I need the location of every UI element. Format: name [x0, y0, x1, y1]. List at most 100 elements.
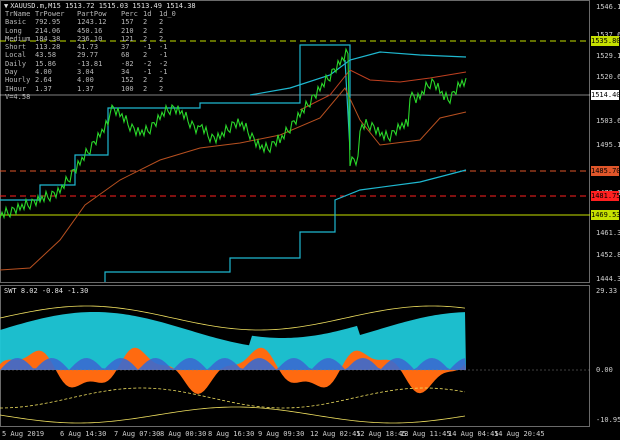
- header-cell: TrName: [5, 10, 31, 18]
- table-cell: 450.16: [77, 26, 103, 35]
- table-cell: 43.58: [35, 51, 57, 60]
- table-cell: Long: [5, 26, 22, 35]
- time-axis-label: 7 Aug 07:30: [114, 430, 161, 438]
- table-cell: 2: [143, 34, 148, 43]
- table-cell: -1: [159, 43, 168, 52]
- table-cell: 34: [121, 68, 130, 77]
- table-cell: 2: [159, 26, 164, 35]
- table-cell: 152: [121, 76, 134, 85]
- table-footer: V=4.58: [5, 93, 175, 101]
- table-cell: 2.64: [35, 76, 52, 85]
- trend-info-table: TrName TrPower PartPow Perc 1d 1d_0 Basi…: [5, 10, 176, 101]
- indicator-axis-label: 0.00: [596, 366, 613, 374]
- volume-value: V=4.58: [5, 92, 31, 101]
- time-axis-label: 6 Aug 14:30: [60, 430, 107, 438]
- indicator-axis-label: -10.95: [596, 416, 620, 424]
- table-cell: 2: [143, 18, 148, 27]
- price-level-tag: 1535.80: [591, 36, 620, 46]
- price-axis-label: 1503.60: [596, 117, 620, 125]
- time-axis-label: 9 Aug 09:30: [258, 430, 305, 438]
- table-cell: 2: [143, 84, 148, 93]
- table-cell: 15.86: [35, 59, 57, 68]
- price-axis-label: 1546.10: [596, 3, 620, 11]
- table-cell: 2: [159, 84, 164, 93]
- table-row: IHour 1.37 1.37 100 2 2: [5, 85, 175, 93]
- table-cell: Medium: [5, 34, 31, 43]
- header-cell: TrPower: [35, 10, 65, 18]
- table-row: Daily 15.86 -13.81 -82 -2 -2: [5, 60, 175, 68]
- indicator-axis-label: 29.33: [596, 287, 618, 295]
- time-axis-label: 12 Aug 18:45: [356, 430, 407, 438]
- time-axis-label: 14 Aug 04:45: [448, 430, 499, 438]
- table-cell: Daily: [5, 59, 27, 68]
- table-cell: 29.77: [77, 51, 99, 60]
- price-axis-label: 1452.85: [596, 251, 620, 259]
- moving-average-line: [299, 69, 467, 111]
- table-cell: 1243.12: [77, 18, 107, 27]
- time-axis-label: 13 Aug 11:45: [400, 430, 451, 438]
- table-cell: 157: [121, 18, 134, 27]
- table-cell: 41.73: [77, 43, 99, 52]
- table-cell: 1.37: [35, 84, 52, 93]
- swt-indicator-title: SWT 8.02 -0.84 -1.30: [4, 287, 89, 295]
- table-row: Medium 184.38 236.10 121 2 2: [5, 35, 175, 43]
- header-cell: 1d_0: [159, 10, 176, 18]
- header-cell: Perc: [121, 10, 138, 18]
- price-axis-label: 1520.60: [596, 73, 620, 81]
- table-cell: 214.06: [35, 26, 61, 35]
- price-axis-label: 1461.35: [596, 229, 620, 237]
- table-cell: 100: [121, 84, 134, 93]
- table-cell: -2: [143, 59, 152, 68]
- table-row: Basic 792.95 1243.12 157 2 2: [5, 18, 175, 26]
- price-level-tag: 1485.70: [591, 166, 620, 176]
- table-cell: IHour: [5, 84, 27, 93]
- table-cell: 121: [121, 34, 134, 43]
- time-axis-label: 12 Aug 02:45: [310, 430, 361, 438]
- table-cell: 4.00: [35, 68, 52, 77]
- price-level-tag: 1514.40: [591, 90, 620, 100]
- swt-envelope-line: [0, 387, 466, 409]
- table-cell: -13.81: [77, 59, 103, 68]
- table-cell: Short: [5, 43, 27, 52]
- header-cell: PartPow: [77, 10, 107, 18]
- table-cell: 1.37: [77, 84, 94, 93]
- table-cell: -2: [159, 59, 168, 68]
- header-cell: 1d: [143, 10, 152, 18]
- table-cell: 2: [143, 26, 148, 35]
- table-cell: 68: [121, 51, 130, 60]
- time-axis-label: 8 Aug 16:30: [208, 430, 255, 438]
- table-cell: 2: [143, 76, 148, 85]
- moving-average-line: [0, 87, 467, 271]
- time-axis-label: 5 Aug 2019: [2, 430, 45, 438]
- table-cell: 210: [121, 26, 134, 35]
- table-cell: -82: [121, 59, 134, 68]
- symbol-line: XAUUSD.m,M15 1513.72 1515.03 1513.49 151…: [10, 2, 196, 10]
- swt-envelope-line: [0, 406, 466, 424]
- chart-title: ▼ XAUUSD.m,M15 1513.72 1515.03 1513.49 15…: [4, 2, 196, 10]
- table-cell: Hourly: [5, 76, 31, 85]
- table-cell: Local: [5, 51, 27, 60]
- table-cell: 113.28: [35, 43, 61, 52]
- table-cell: 37: [121, 43, 130, 52]
- table-cell: Day: [5, 68, 18, 77]
- table-cell: 792.95: [35, 18, 61, 27]
- table-cell: -1: [159, 51, 168, 60]
- table-cell: Basic: [5, 18, 27, 27]
- table-row: Day 4.00 3.04 34 -1 -1: [5, 68, 175, 76]
- table-cell: 2: [159, 34, 164, 43]
- table-cell: 2: [159, 76, 164, 85]
- table-row: Hourly 2.64 4.00 152 2 2: [5, 76, 175, 84]
- time-axis-label: 14 Aug 20:45: [494, 430, 545, 438]
- table-cell: 2: [159, 18, 164, 27]
- table-cell: 2: [143, 51, 148, 60]
- price-level-tag: 1469.53: [591, 210, 620, 220]
- table-cell: -1: [143, 43, 152, 52]
- table-cell: 4.00: [77, 76, 94, 85]
- time-axis-label: 8 Aug 00:30: [160, 430, 207, 438]
- price-axis-label: 1444.35: [596, 275, 620, 283]
- price-axis-label: 1529.10: [596, 52, 620, 60]
- table-row: Local 43.58 29.77 68 2 -1: [5, 51, 175, 59]
- table-cell: 236.10: [77, 34, 103, 43]
- table-cell: 184.38: [35, 34, 61, 43]
- chevron-down-icon[interactable]: ▼: [4, 2, 8, 10]
